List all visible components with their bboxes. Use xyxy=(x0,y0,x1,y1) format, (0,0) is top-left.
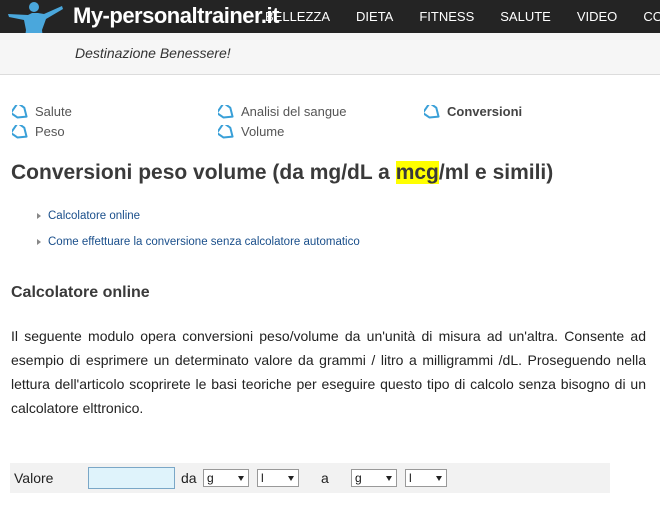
title-text-end: /ml e simili) xyxy=(438,161,554,184)
tag-volume[interactable]: Volume xyxy=(218,124,284,139)
caret-right-icon xyxy=(37,239,41,245)
tagline-band: Destinazione Benessere! xyxy=(0,33,660,75)
tagline: Destinazione Benessere! xyxy=(75,45,231,61)
select-value: l xyxy=(261,471,264,485)
title-text: Conversioni peso volume (da mg/dL a xyxy=(11,161,396,184)
select-value: l xyxy=(409,471,412,485)
tag-conversioni[interactable]: Conversioni xyxy=(424,104,522,119)
select-value: g xyxy=(207,471,214,485)
to-weight-select[interactable]: g xyxy=(351,469,397,487)
chevron-down-icon xyxy=(436,476,442,481)
section-title: Calcolatore online xyxy=(11,284,150,301)
nav-bellezza[interactable]: BELLEZZA xyxy=(265,0,330,33)
title-highlight: mcg xyxy=(395,161,439,184)
to-label: a xyxy=(321,470,329,486)
to-volume-select[interactable]: l xyxy=(405,469,447,487)
nav-salute[interactable]: SALUTE xyxy=(500,0,551,33)
tag-icon xyxy=(12,124,28,138)
caret-right-icon xyxy=(37,213,41,219)
tag-list: Salute Peso Analisi del sangue Volume Co… xyxy=(12,104,652,148)
page-title: Conversioni peso volume (da mg/dL a mcg/… xyxy=(11,161,553,185)
toc-label: Come effettuare la conversione senza cal… xyxy=(48,236,360,248)
from-label: da xyxy=(181,470,197,486)
tag-label: Conversioni xyxy=(447,104,523,119)
intro-paragraph: Il seguente modulo opera conversioni pes… xyxy=(11,328,646,416)
from-weight-select[interactable]: g xyxy=(203,469,249,487)
value-label: Valore xyxy=(14,470,54,486)
chevron-down-icon xyxy=(238,476,244,481)
chevron-down-icon xyxy=(288,476,294,481)
from-volume-select[interactable]: l xyxy=(257,469,299,487)
site-logo[interactable]: My-personaltrainer.it xyxy=(73,3,279,29)
toc-link-calcolatore[interactable]: Calcolatore online xyxy=(37,207,360,225)
nav-video[interactable]: VIDEO xyxy=(577,0,617,33)
select-value: g xyxy=(355,471,362,485)
converter-form: Valore da g l a g l xyxy=(10,463,610,493)
tag-icon xyxy=(218,104,234,118)
tag-icon xyxy=(218,124,234,138)
tag-label: Peso xyxy=(35,124,65,139)
nav-co[interactable]: CO xyxy=(643,0,660,33)
main-nav: BELLEZZA DIETA FITNESS SALUTE VIDEO CO xyxy=(252,0,660,33)
toc-link-conversione-manuale[interactable]: Come effettuare la conversione senza cal… xyxy=(37,233,360,251)
value-input[interactable] xyxy=(88,467,175,489)
tag-icon xyxy=(424,104,440,118)
tag-peso[interactable]: Peso xyxy=(12,124,65,139)
nav-fitness[interactable]: FITNESS xyxy=(419,0,474,33)
tag-label: Volume xyxy=(241,124,285,139)
table-of-contents: Calcolatore online Come effettuare la co… xyxy=(37,207,360,259)
chevron-down-icon xyxy=(386,476,392,481)
top-nav-bar: My-personaltrainer.it BELLEZZA DIETA FIT… xyxy=(0,0,660,62)
toc-label: Calcolatore online xyxy=(48,210,141,222)
tag-analisi-del-sangue[interactable]: Analisi del sangue xyxy=(218,104,347,119)
tag-icon xyxy=(12,104,28,118)
tag-label: Salute xyxy=(35,104,72,119)
nav-dieta[interactable]: DIETA xyxy=(356,0,393,33)
tag-label: Analisi del sangue xyxy=(241,104,347,119)
tag-salute[interactable]: Salute xyxy=(12,104,72,119)
